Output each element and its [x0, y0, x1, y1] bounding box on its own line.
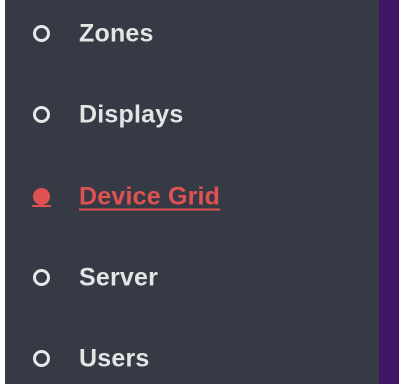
circle-outline-icon — [33, 350, 50, 367]
sidebar-item-label: Users — [79, 344, 150, 373]
circle-filled-icon — [32, 188, 51, 207]
app-frame: Zones Displays Device Grid Server Users — [0, 0, 405, 390]
sidebar-item-label: Device Grid — [79, 182, 221, 211]
sidebar-item-zones[interactable]: Zones — [5, 9, 379, 59]
sidebar-item-displays[interactable]: Displays — [5, 90, 379, 140]
sidebar-nav: Zones Displays Device Grid Server Users — [5, 0, 379, 384]
sidebar-item-users[interactable]: Users — [5, 334, 379, 384]
sidebar-item-label: Displays — [79, 100, 184, 129]
sidebar-item-label: Zones — [79, 19, 154, 48]
circle-outline-icon — [33, 269, 50, 286]
circle-outline-icon — [33, 25, 50, 42]
sidebar-item-label: Server — [79, 263, 159, 292]
main-content-panel-edge — [379, 0, 399, 384]
circle-outline-icon — [33, 106, 50, 123]
sidebar-item-server[interactable]: Server — [5, 253, 379, 303]
sidebar-item-device-grid[interactable]: Device Grid — [5, 172, 379, 222]
